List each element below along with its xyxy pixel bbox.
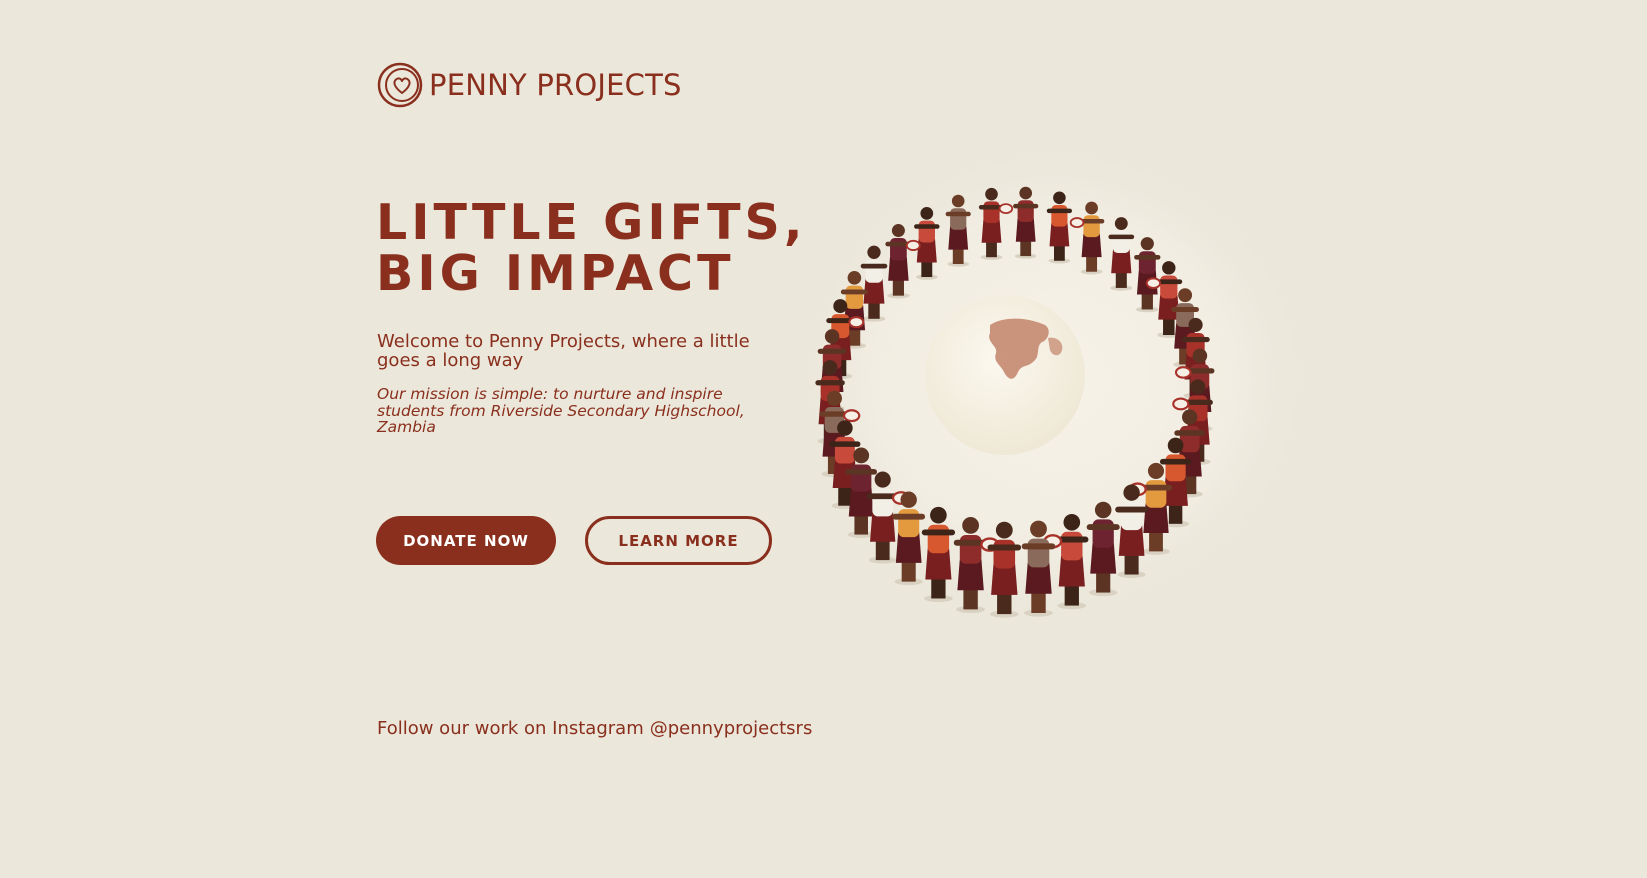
heart-coin-icon <box>377 62 423 108</box>
learn-more-button[interactable]: LEARN MORE <box>585 516 772 565</box>
mission-statement: Our mission is simple: to nurture and in… <box>377 385 745 436</box>
instagram-handle-link[interactable]: @pennyprojectsrs <box>650 718 813 739</box>
hero-subtitle: Welcome to Penny Projects, where a littl… <box>377 331 750 371</box>
donate-now-button[interactable]: DONATE NOW <box>376 516 556 565</box>
brand-name: PENNY PROJECTS <box>429 68 682 102</box>
people-circle-illustration <box>795 150 1315 620</box>
hero-illustration <box>790 150 1340 650</box>
hero-headline: LITTLE GIFTS, BIG IMPACT <box>376 197 806 299</box>
brand-logo[interactable]: PENNY PROJECTS <box>377 62 682 108</box>
follow-text: Follow our work on Instagram <box>377 718 644 739</box>
headline-line-1: LITTLE GIFTS, <box>376 194 807 251</box>
globe <box>925 295 1085 455</box>
headline-line-2: BIG IMPACT <box>376 245 735 302</box>
instagram-follow: Follow our work on Instagram @pennyprojec… <box>377 718 812 739</box>
